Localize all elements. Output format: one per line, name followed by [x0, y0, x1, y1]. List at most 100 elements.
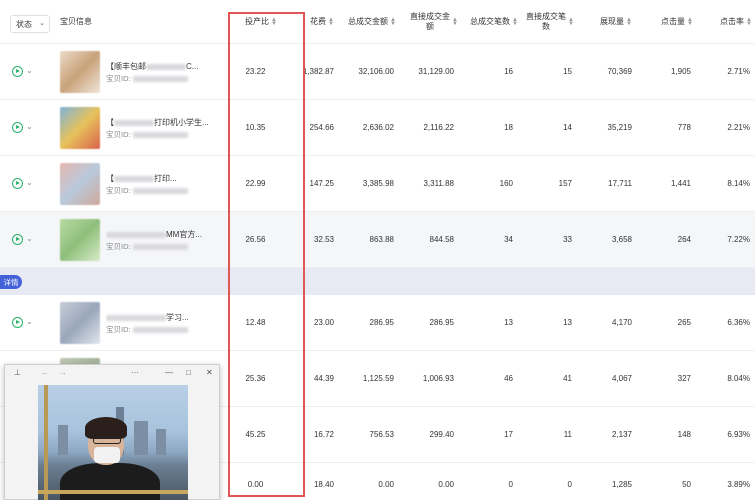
product-thumbnail[interactable]: [60, 302, 100, 344]
minimize-icon[interactable]: —: [165, 368, 173, 377]
header-clicks[interactable]: 点击量 ▲ ▼: [655, 0, 693, 44]
image-viewer-window[interactable]: ⊥ ← → ··· — □ ✕: [4, 364, 220, 500]
person-mask: [94, 447, 120, 463]
impressions-cell: 70,369: [607, 67, 632, 76]
total-orders-cell: 46: [504, 374, 513, 383]
redacted-id: [132, 132, 188, 139]
expand-chevron-icon[interactable]: ⌄: [26, 66, 33, 75]
header-direct-gmv[interactable]: 直接成交金 额 ▲ ▼: [400, 0, 458, 44]
details-button[interactable]: 详情: [0, 275, 22, 289]
redacted-id: [132, 188, 188, 195]
expand-chevron-icon[interactable]: ⌄: [26, 317, 33, 326]
clicks-cell: 50: [682, 480, 691, 489]
total-gmv-cell: 3,385.98: [362, 179, 394, 188]
play-icon[interactable]: [12, 317, 23, 328]
play-icon[interactable]: [12, 234, 23, 245]
table-row[interactable]: ⌄ 【 打印机小学生... 宝贝ID: 10.35 254.66 2,636.02 2,116…: [0, 100, 755, 156]
header-total-orders[interactable]: 总成交笔数 ▲ ▼: [462, 0, 518, 44]
direct-gmv-cell: 3,311.88: [423, 179, 454, 188]
cost-cell: 254.66: [309, 123, 334, 132]
table-row[interactable]: ⌄ 【顺丰包邮 C... 宝贝ID: 23.22 1,382.87 32,106.00 31,…: [0, 44, 755, 100]
product-thumbnail[interactable]: [60, 219, 100, 261]
product-thumbnail[interactable]: [60, 163, 100, 205]
total-orders-cell: 0: [508, 480, 513, 489]
clicks-cell: 1,441: [670, 179, 691, 188]
building-shape: [134, 421, 148, 455]
expand-chevron-icon[interactable]: ⌄: [26, 178, 33, 187]
viewer-photo: [38, 385, 188, 500]
direct-orders-cell: 41: [563, 374, 572, 383]
close-icon[interactable]: ✕: [206, 368, 213, 377]
total-gmv-cell: 863.88: [369, 235, 394, 244]
sort-icon: ▲ ▼: [452, 17, 458, 27]
pin-icon[interactable]: ⊥: [14, 368, 21, 377]
maximize-icon[interactable]: □: [186, 368, 191, 377]
more-icon[interactable]: ···: [131, 368, 139, 377]
sort-icon: ▲ ▼: [687, 17, 693, 27]
sort-icon: ▲ ▼: [626, 17, 632, 27]
header-roi-label: 投产比: [245, 17, 269, 26]
table-row[interactable]: ⌄ 学习... 宝贝ID: 12.48 23.00 286.95 286.95 13 13 4,1…: [0, 295, 755, 351]
total-gmv-cell: 32,106.00: [358, 67, 394, 76]
play-icon[interactable]: [12, 122, 23, 133]
product-title[interactable]: 【 打印...: [106, 173, 238, 184]
product-title[interactable]: MM官方...: [106, 229, 238, 240]
redacted-text: [114, 119, 154, 126]
header-direct-gmv-label-2: 额: [426, 22, 434, 31]
play-icon[interactable]: [12, 178, 23, 189]
product-title-tail: 打印...: [154, 174, 177, 183]
back-icon[interactable]: ←: [41, 368, 49, 377]
product-title-head: 【顺丰包邮: [106, 62, 146, 71]
cost-cell: 18.40: [313, 480, 334, 489]
direct-gmv-cell: 31,129.00: [418, 67, 454, 76]
total-gmv-cell: 1,125.59: [362, 374, 394, 383]
roi-cell: 23.22: [245, 67, 266, 76]
direct-orders-cell: 14: [563, 123, 572, 132]
header-direct-orders[interactable]: 直接成交笔 数 ▲ ▼: [522, 0, 574, 44]
forward-icon[interactable]: →: [59, 368, 67, 377]
roi-cell: 26.56: [245, 235, 266, 244]
person-body: [60, 463, 160, 500]
chevron-down-icon: ⌄: [39, 20, 45, 27]
direct-gmv-cell: 0.00: [438, 480, 454, 489]
clicks-cell: 148: [677, 430, 691, 439]
direct-orders-cell: 0: [567, 480, 572, 489]
product-thumbnail[interactable]: [60, 107, 100, 149]
table-row[interactable]: ⌄ MM官方... 宝贝ID: 26.56 32.53 863.88 844.58 34 33 3…: [0, 212, 755, 268]
cost-cell: 16.72: [313, 430, 334, 439]
header-impressions[interactable]: 展现量 ▲ ▼: [590, 0, 632, 44]
product-id-label: 宝贝ID:: [106, 186, 131, 195]
total-orders-cell: 16: [504, 67, 513, 76]
status-filter-select[interactable]: 状态 ⌄: [10, 15, 50, 33]
cost-cell: 32.53: [313, 235, 334, 244]
product-title[interactable]: 【 打印机小学生...: [106, 117, 238, 128]
ctr-cell: 2.71%: [727, 67, 750, 76]
person-hair: [85, 417, 127, 439]
header-cost[interactable]: 花费 ▲ ▼: [296, 0, 334, 44]
header-roi[interactable]: 投产比 ▲ ▼: [234, 0, 277, 44]
product-thumbnail[interactable]: [60, 51, 100, 93]
product-id-label: 宝贝ID:: [106, 242, 131, 251]
sort-icon: ▲ ▼: [328, 17, 334, 27]
expand-chevron-icon[interactable]: ⌄: [26, 122, 33, 131]
header-total-gmv[interactable]: 总成交金额 ▲ ▼: [336, 0, 396, 44]
play-icon[interactable]: [12, 66, 23, 77]
cost-cell: 23.00: [313, 318, 334, 327]
product-title[interactable]: 【顺丰包邮 C...: [106, 61, 238, 72]
product-id: 宝贝ID:: [106, 241, 188, 252]
header-ctr[interactable]: 点击率 ▲ ▼: [712, 0, 752, 44]
redacted-text: [106, 314, 166, 321]
product-title[interactable]: 学习...: [106, 312, 238, 323]
impressions-cell: 35,219: [607, 123, 632, 132]
product-id: 宝贝ID:: [106, 73, 188, 84]
header-direct-gmv-label: 直接成交金: [410, 12, 450, 21]
product-id-label: 宝贝ID:: [106, 325, 131, 334]
impressions-cell: 17,711: [608, 179, 632, 188]
header-impressions-label: 展现量: [600, 17, 624, 26]
clicks-cell: 327: [677, 374, 691, 383]
impressions-cell: 3,658: [611, 235, 632, 244]
product-title-head: 【: [106, 174, 114, 183]
expand-chevron-icon[interactable]: ⌄: [26, 234, 33, 243]
header-product-info-label: 宝贝信息: [60, 17, 92, 26]
table-row[interactable]: ⌄ 【 打印... 宝贝ID: 22.99 147.25 3,385.98 3,311.88 1…: [0, 156, 755, 212]
